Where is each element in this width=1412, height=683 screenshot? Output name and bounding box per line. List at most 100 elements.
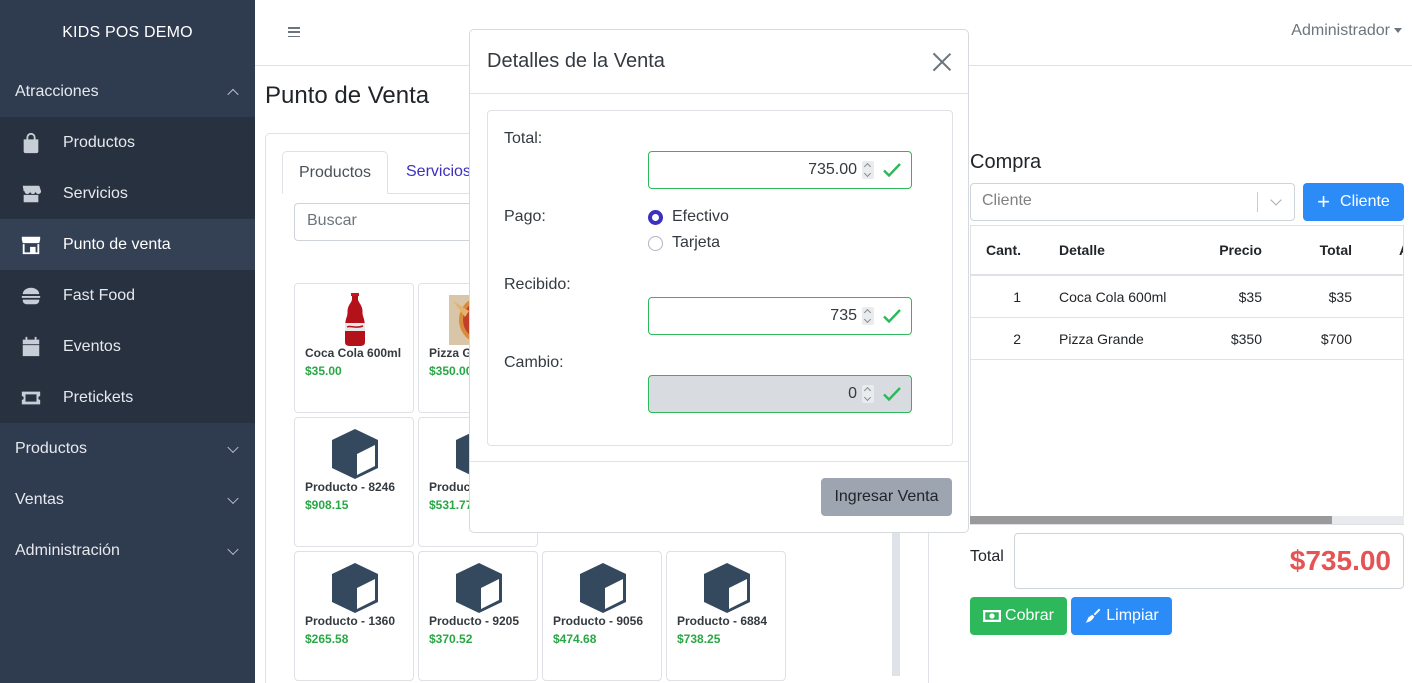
sidebar-item-fast-food[interactable]: Fast Food xyxy=(0,270,255,321)
chevron-up-icon xyxy=(227,88,239,100)
sidebar-group-label: Administración xyxy=(15,541,120,559)
products-scrollbar[interactable] xyxy=(892,529,900,676)
sidebar-group-label: Atracciones xyxy=(15,82,99,100)
recibido-label: Recibido: xyxy=(504,276,571,293)
sidebar-item-servicios[interactable]: Servicios xyxy=(0,168,255,219)
product-name: Producto - 9205 xyxy=(429,614,520,628)
total-label: Total xyxy=(970,548,1004,565)
cube-icon xyxy=(332,562,378,613)
sidebar-submenu-atracciones: Productos Servicios Punto de venta Fast … xyxy=(0,117,255,423)
radio-tarjeta-label: Tarjeta xyxy=(672,234,721,251)
sidebar-item-productos[interactable]: Productos xyxy=(0,117,255,168)
total-field-value: 735.00 xyxy=(808,161,857,178)
sidebar-group-productos[interactable]: Productos xyxy=(0,423,255,474)
close-icon[interactable] xyxy=(932,52,952,72)
sidebar-group-atracciones[interactable]: Atracciones xyxy=(0,66,255,117)
product-card[interactable]: Coca Cola 600ml $35.00 xyxy=(294,283,414,413)
check-icon xyxy=(883,387,901,402)
sidebar-item-label: Eventos xyxy=(63,337,121,355)
cambio-field: 0 xyxy=(648,375,912,413)
user-menu[interactable]: Administrador xyxy=(1291,22,1402,40)
product-name: Producto - 6884 xyxy=(677,614,768,628)
pago-label: Pago: xyxy=(504,208,546,225)
product-name: Producto - 8246 xyxy=(305,480,396,494)
cell-detalle: Coca Cola 600ml xyxy=(1059,288,1167,305)
sidebar-item-label: Servicios xyxy=(63,184,128,202)
total-field-label: Total: xyxy=(504,130,543,147)
calendar-icon xyxy=(20,336,42,358)
cambio-field-value: 0 xyxy=(848,385,857,402)
sidebar-item-eventos[interactable]: Eventos xyxy=(0,321,255,372)
limpiar-label: Limpiar xyxy=(1106,607,1159,624)
select-separator xyxy=(1257,192,1258,212)
radio-unchecked-icon[interactable] xyxy=(648,235,663,251)
product-price: $474.68 xyxy=(553,632,597,646)
product-card[interactable]: Producto - 9205 $370.52 xyxy=(418,551,538,681)
total-value: $735.00 xyxy=(1014,533,1404,589)
client-select[interactable]: Cliente xyxy=(970,183,1295,221)
modal-form-card: Total: 735.00 Pago: Efectivo Tarjeta Rec… xyxy=(487,110,953,446)
sidebar-item-label: Productos xyxy=(63,133,136,151)
sidebar-group-ventas[interactable]: Ventas xyxy=(0,474,255,525)
tab-productos[interactable]: Productos xyxy=(282,151,389,194)
sidebar-item-pretickets[interactable]: Pretickets xyxy=(0,372,255,423)
store-icon xyxy=(20,183,42,205)
cobrar-button[interactable]: Cobrar xyxy=(970,597,1067,635)
product-thumbnail xyxy=(305,292,405,347)
cell-precio: $35 xyxy=(1238,288,1262,305)
page-title: Punto de Venta xyxy=(265,82,430,109)
radio-tarjeta[interactable]: Tarjeta xyxy=(648,234,720,252)
coca-cola-bottle-icon xyxy=(345,292,365,346)
col-total: Total xyxy=(1319,242,1352,258)
sidebar-item-label: Punto de venta xyxy=(63,235,171,253)
modal-title: Detalles de la Venta xyxy=(487,50,665,72)
table-row[interactable]: 1 Coca Cola 600ml $35 $35 xyxy=(971,276,1403,318)
sidebar-group-administracion[interactable]: Administración xyxy=(0,525,255,576)
recibido-field[interactable]: 735 xyxy=(648,297,912,335)
number-spinner[interactable] xyxy=(862,307,874,325)
product-price: $35.00 xyxy=(305,364,342,378)
brand-title: KIDS POS DEMO xyxy=(62,24,193,41)
sidebar-group-label: Productos xyxy=(15,439,88,457)
check-icon xyxy=(883,309,901,324)
product-card[interactable]: Producto - 6884 $738.25 xyxy=(666,551,786,681)
sidebar-item-label: Pretickets xyxy=(63,388,134,406)
add-client-button[interactable]: + Cliente xyxy=(1303,183,1404,221)
product-card[interactable]: Producto - 9056 $474.68 xyxy=(542,551,662,681)
broom-icon xyxy=(1085,608,1101,623)
chevron-down-icon xyxy=(227,492,239,504)
money-icon xyxy=(983,610,1002,622)
radio-checked-icon[interactable] xyxy=(648,209,663,225)
scrollbar-thumb[interactable] xyxy=(970,516,1332,524)
product-card[interactable]: Producto - 1360 $265.58 xyxy=(294,551,414,681)
caret-down-icon xyxy=(1394,28,1402,34)
table-row[interactable]: 2 Pizza Grande $350 $700 xyxy=(971,318,1403,360)
cube-icon xyxy=(456,562,502,613)
product-price: $265.58 xyxy=(305,632,349,646)
client-select-placeholder: Cliente xyxy=(982,192,1032,209)
ticket-icon xyxy=(20,387,42,409)
total-field[interactable]: 735.00 xyxy=(648,151,912,189)
cell-total: $700 xyxy=(1320,330,1352,347)
limpiar-button[interactable]: Limpiar xyxy=(1071,597,1172,635)
cart-table: Cant. Detalle Precio Total A 1 Coca Cola… xyxy=(970,225,1404,525)
product-name: Producto - 9056 xyxy=(553,614,644,628)
cube-icon xyxy=(704,562,750,613)
product-name: Producto - 1360 xyxy=(305,614,396,628)
ingresar-venta-button[interactable]: Ingresar Venta xyxy=(821,478,952,516)
sidebar-item-punto-de-venta[interactable]: Punto de venta xyxy=(0,219,255,270)
radio-efectivo[interactable]: Efectivo xyxy=(648,208,729,226)
burger-icon xyxy=(20,285,42,307)
table-horizontal-scrollbar[interactable] xyxy=(970,516,1404,524)
cube-icon xyxy=(332,428,378,479)
product-price: $370.52 xyxy=(429,632,473,646)
cell-precio: $350 xyxy=(1230,330,1262,347)
col-detalle: Detalle xyxy=(1059,242,1105,258)
sidebar-item-label: Fast Food xyxy=(63,286,136,304)
product-price: $531.77 xyxy=(429,498,473,512)
number-spinner[interactable] xyxy=(862,161,874,179)
menu-toggle-icon[interactable] xyxy=(288,26,300,38)
sidebar-group-label: Ventas xyxy=(15,490,64,508)
product-card[interactable]: Producto - 8246 $908.15 xyxy=(294,417,414,547)
cobrar-label: Cobrar xyxy=(1005,607,1054,624)
